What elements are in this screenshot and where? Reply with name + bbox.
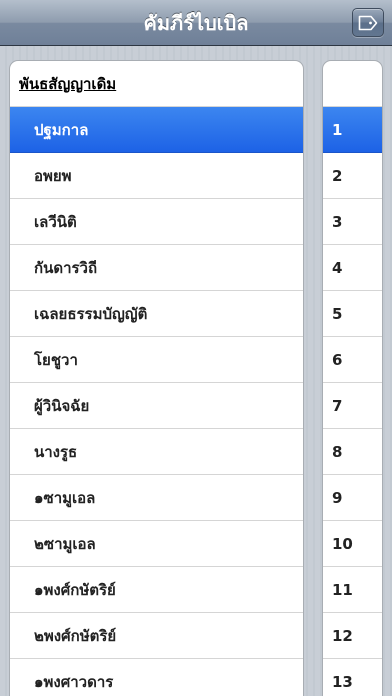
chapter-row[interactable]: 2 [323,153,382,199]
chapter-label: 11 [332,580,353,599]
book-row[interactable]: กันดารวิถี [10,245,303,291]
chapter-row[interactable]: 7 [323,383,382,429]
book-label: ๒ซามูเอล [34,534,96,553]
chapter-row[interactable]: 4 [323,245,382,291]
chapter-row[interactable]: 10 [323,521,382,567]
chapter-row[interactable]: 3 [323,199,382,245]
chapter-label: 3 [332,212,343,231]
section-title-old-testament: พันธสัญญาเดิม [19,74,117,93]
chapter-row[interactable]: 9 [323,475,382,521]
tag-icon [358,15,378,30]
book-label: ๑ซามูเอล [34,488,96,507]
chapter-row[interactable]: 5 [323,291,382,337]
book-label: กันดารวิถี [34,258,98,277]
book-label: เฉลยธรรมบัญญัติ [34,304,148,323]
book-label: ๑พงศ์กษัตริย์ [34,580,116,599]
book-row[interactable]: ๑พงศ์กษัตริย์ [10,567,303,613]
chapter-label: 2 [332,166,343,185]
book-row[interactable]: ๑ซามูเอล [10,475,303,521]
bookmark-button[interactable] [352,8,384,37]
book-row[interactable]: โยชูวา [10,337,303,383]
book-list: พันธสัญญาเดิม ปฐมกาลอพยพเลวีนิติกันดารวิ… [9,60,304,696]
book-label: ๒พงศ์กษัตริย์ [34,626,117,645]
section-header: พันธสัญญาเดิม [10,61,303,107]
chapter-label: 4 [332,258,343,277]
nav-title: คัมภีร์ไบเบิล [143,10,249,35]
book-label: โยชูวา [34,350,78,369]
book-row[interactable]: เฉลยธรรมบัญญัติ [10,291,303,337]
book-row[interactable]: ๒ซามูเอล [10,521,303,567]
book-row[interactable]: เลวีนิติ [10,199,303,245]
book-label: ปฐมกาล [34,120,89,139]
book-row[interactable]: ปฐมกาล [10,107,303,153]
chapter-label: 13 [332,672,353,691]
chapter-label: 8 [332,442,343,461]
book-label: อพยพ [34,166,72,185]
chapter-label: 5 [332,304,343,323]
book-row[interactable]: นางรูธ [10,429,303,475]
chapter-row[interactable]: 1 [323,107,382,153]
chapter-row[interactable]: 6 [323,337,382,383]
book-row[interactable]: ๑พงศาวดาร [10,659,303,696]
book-label: ๑พงศาวดาร [34,672,114,691]
chapter-label: 9 [332,488,343,507]
book-label: เลวีนิติ [34,212,77,231]
chapter-row[interactable]: 8 [323,429,382,475]
chapter-label: 7 [332,396,343,415]
chapter-label: 6 [332,350,343,369]
chapter-row[interactable]: 11 [323,567,382,613]
chapter-row[interactable]: 13 [323,659,382,696]
navigation-bar: คัมภีร์ไบเบิล [0,0,392,46]
chapter-label: 1 [332,120,343,139]
book-row[interactable]: อพยพ [10,153,303,199]
book-row[interactable]: ๒พงศ์กษัตริย์ [10,613,303,659]
chapter-list: 1 2 3 4 5 6 7 8 9 10 11 12 13 [322,60,383,696]
chapter-label: 12 [332,626,353,645]
book-label: นางรูธ [34,442,78,461]
chapter-label: 10 [332,534,353,553]
book-row[interactable]: ผู้วินิจฉัย [10,383,303,429]
chapter-row[interactable]: 12 [323,613,382,659]
book-label: ผู้วินิจฉัย [34,396,90,415]
chapter-list-header [323,61,382,107]
